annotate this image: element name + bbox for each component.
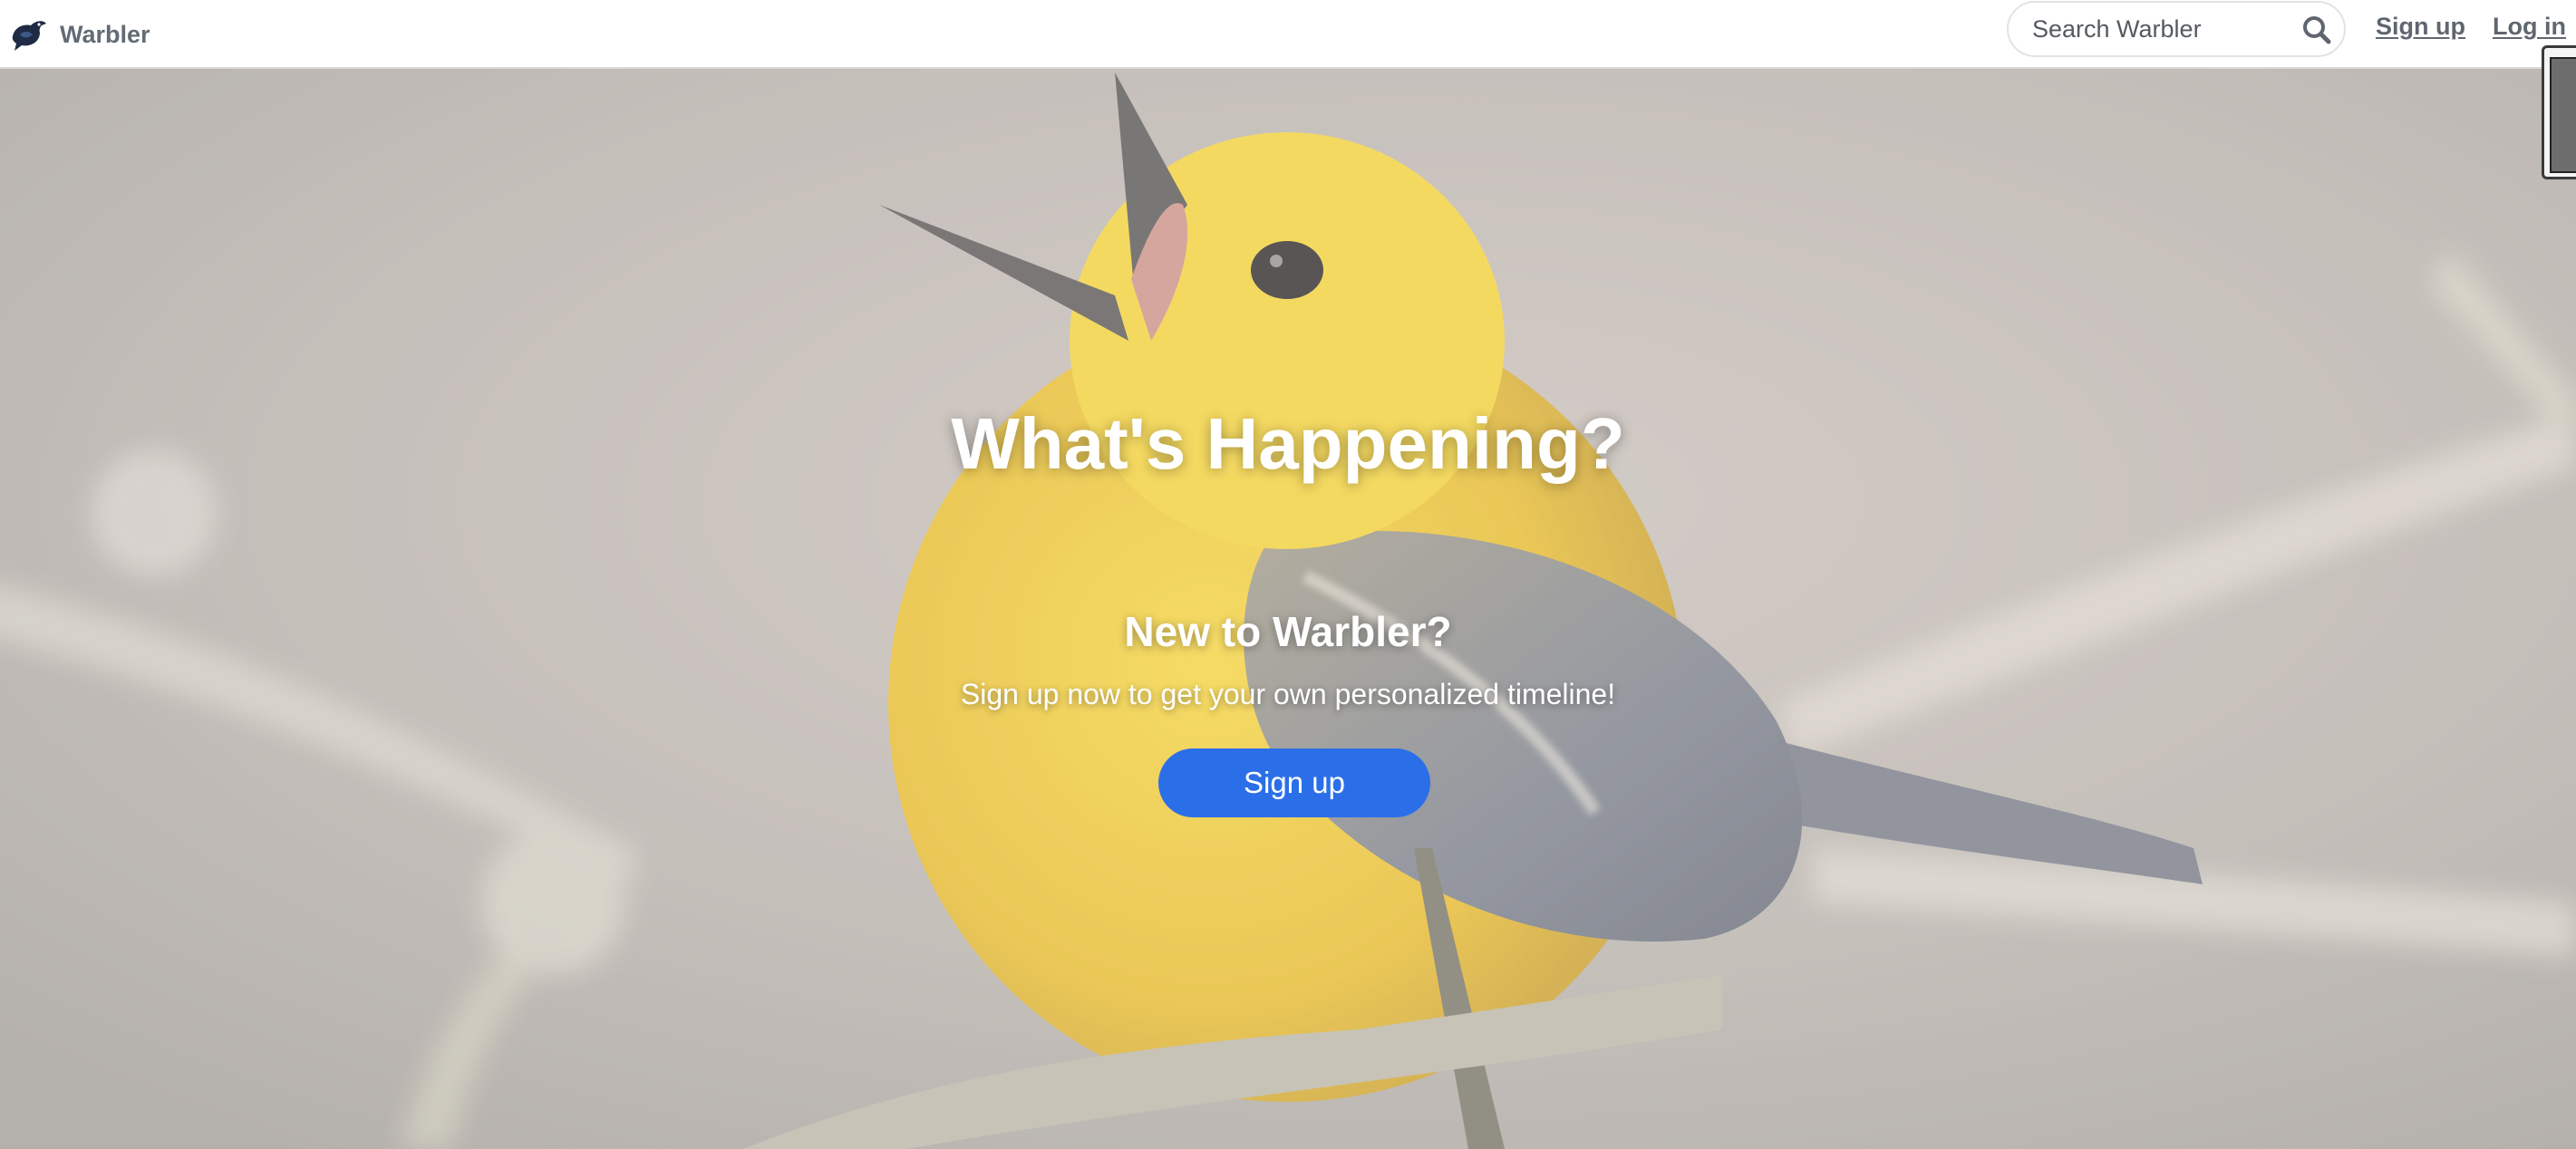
hero-section: What's Happening? New to Warbler? Sign u… (0, 69, 2576, 1149)
search-button[interactable] (2297, 10, 2337, 50)
search-icon (2303, 16, 2331, 44)
browser-extension-tab[interactable] (2542, 45, 2576, 179)
hero-text: Sign up now to get your own personalized… (960, 678, 1616, 710)
navbar: Warbler Sign up Log in (0, 0, 2576, 69)
hero-subtitle: New to Warbler? (1124, 608, 1452, 655)
nav-signup-link[interactable]: Sign up (2376, 13, 2465, 41)
nav-login-link[interactable]: Log in (2493, 13, 2566, 41)
brand-link[interactable]: Warbler (9, 7, 150, 62)
extension-tab-icon (2550, 57, 2576, 173)
search-input[interactable] (2032, 3, 2295, 55)
warbler-bird-logo-icon (9, 16, 49, 53)
hero-signup-button[interactable]: Sign up (1158, 748, 1430, 817)
hero-title: What's Happening? (951, 403, 1625, 484)
brand-name: Warbler (60, 20, 150, 48)
search-form (2007, 1, 2346, 57)
